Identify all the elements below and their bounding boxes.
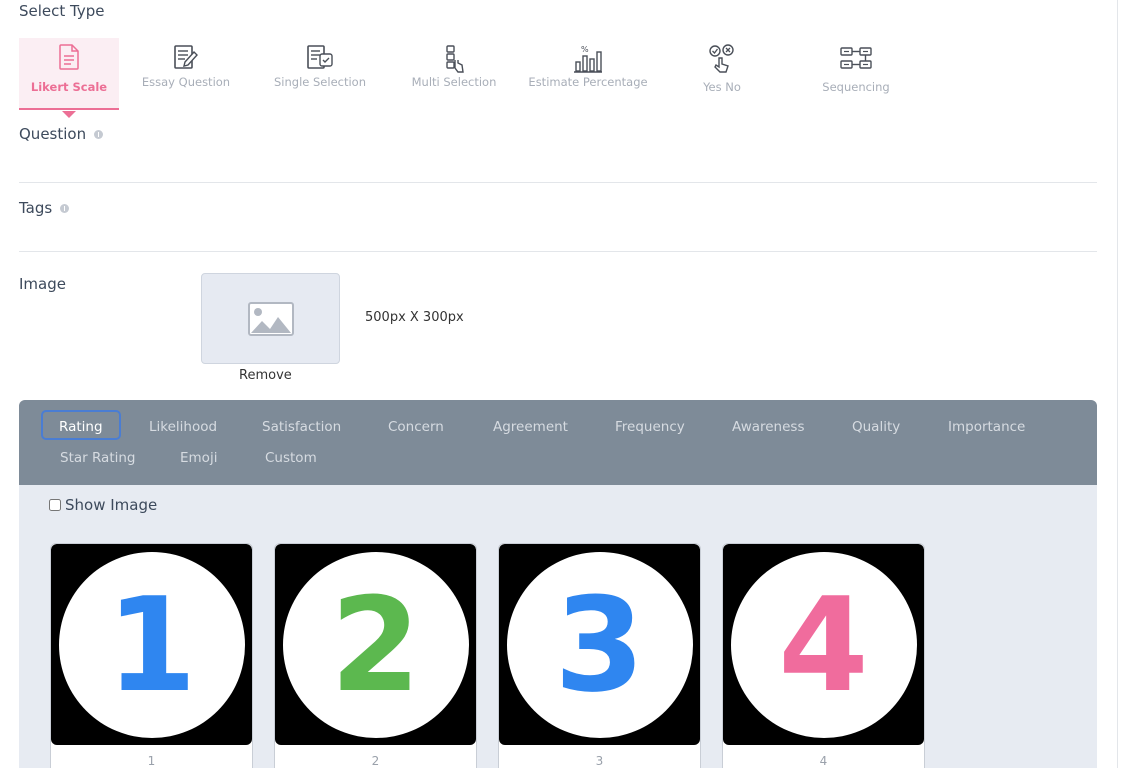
scale-tabs: Rating Likelihood Satisfaction Concern A… — [19, 400, 1097, 485]
show-image-checkbox[interactable] — [49, 499, 61, 511]
tab-importance[interactable]: Importance — [932, 412, 1041, 442]
type-estimate-percentage[interactable]: % Estimate Percentage — [521, 38, 655, 110]
type-label: Single Selection — [273, 75, 366, 89]
type-yes-no[interactable]: Yes No — [655, 38, 789, 110]
rating-image: 2 — [275, 544, 476, 745]
rating-options: 1 1 2 2 3 3 4 4 — [50, 543, 925, 768]
image-size-hint: 500px X 300px — [365, 310, 464, 325]
image-placeholder-icon — [247, 301, 294, 336]
tab-frequency[interactable]: Frequency — [599, 412, 701, 442]
image-upload-box[interactable] — [201, 273, 340, 364]
rating-image: 3 — [499, 544, 700, 745]
tab-custom[interactable]: Custom — [249, 443, 333, 473]
rating-glyph: 1 — [58, 551, 245, 738]
rating-glyph: 3 — [506, 551, 693, 738]
bar-chart-icon: % — [521, 44, 655, 74]
type-label: Yes No — [703, 80, 741, 94]
info-icon[interactable] — [94, 129, 104, 139]
question-input-line[interactable] — [19, 182, 1097, 183]
document-icon — [19, 44, 119, 74]
rating-card[interactable]: 1 1 — [50, 543, 253, 768]
multi-selection-icon — [387, 44, 521, 74]
rating-card[interactable]: 4 4 — [722, 543, 925, 768]
tab-awareness[interactable]: Awareness — [716, 412, 821, 442]
show-image-toggle[interactable]: Show Image — [49, 496, 157, 514]
likert-scale-panel: Rating Likelihood Satisfaction Concern A… — [19, 400, 1097, 768]
rating-caption: 1 — [147, 754, 156, 768]
rating-image: 1 — [51, 544, 252, 745]
tags-input-line[interactable] — [19, 251, 1097, 252]
rating-glyph: 2 — [282, 551, 469, 738]
type-label: Estimate Percentage — [528, 75, 648, 89]
type-label: Sequencing — [822, 80, 890, 94]
type-likert-scale[interactable]: Likert Scale — [19, 38, 119, 118]
question-editor: Select Type Likert Scale Essay Question … — [0, 0, 1122, 768]
rating-caption: 4 — [819, 754, 828, 768]
tab-rating[interactable]: Rating — [41, 410, 121, 440]
type-label: Multi Selection — [411, 75, 497, 89]
tab-quality[interactable]: Quality — [836, 412, 916, 442]
rating-glyph: 4 — [730, 551, 917, 738]
info-icon[interactable] — [60, 203, 70, 213]
tab-star-rating[interactable]: Star Rating — [44, 443, 152, 473]
question-type-selector: Likert Scale Essay Question Single Selec… — [19, 38, 923, 118]
right-divider — [1117, 0, 1118, 768]
tab-emoji[interactable]: Emoji — [164, 443, 233, 473]
yes-no-icon — [655, 44, 789, 74]
rating-caption: 3 — [595, 754, 604, 768]
svg-text:%: % — [581, 45, 589, 54]
single-selection-icon — [253, 44, 387, 74]
rating-image: 4 — [723, 544, 924, 745]
sequencing-icon — [789, 44, 923, 74]
type-multi-selection[interactable]: Multi Selection — [387, 38, 521, 110]
type-essay-question[interactable]: Essay Question — [119, 38, 253, 110]
tab-likelihood[interactable]: Likelihood — [133, 412, 233, 442]
type-label: Essay Question — [141, 75, 231, 89]
type-sequencing[interactable]: Sequencing — [789, 38, 923, 110]
tab-satisfaction[interactable]: Satisfaction — [246, 412, 357, 442]
tab-concern[interactable]: Concern — [372, 412, 460, 442]
remove-image-button[interactable]: Remove — [239, 368, 292, 383]
rating-card[interactable]: 2 2 — [274, 543, 477, 768]
image-label: Image — [19, 275, 66, 293]
essay-icon — [119, 44, 253, 74]
question-label: Question — [19, 125, 104, 143]
select-type-label: Select Type — [19, 2, 105, 20]
type-label: Likert Scale — [30, 80, 108, 94]
rating-caption: 2 — [371, 754, 380, 768]
tags-label: Tags — [19, 199, 70, 217]
active-caret — [62, 111, 76, 118]
tab-agreement[interactable]: Agreement — [477, 412, 584, 442]
rating-card[interactable]: 3 3 — [498, 543, 701, 768]
type-single-selection[interactable]: Single Selection — [253, 38, 387, 110]
